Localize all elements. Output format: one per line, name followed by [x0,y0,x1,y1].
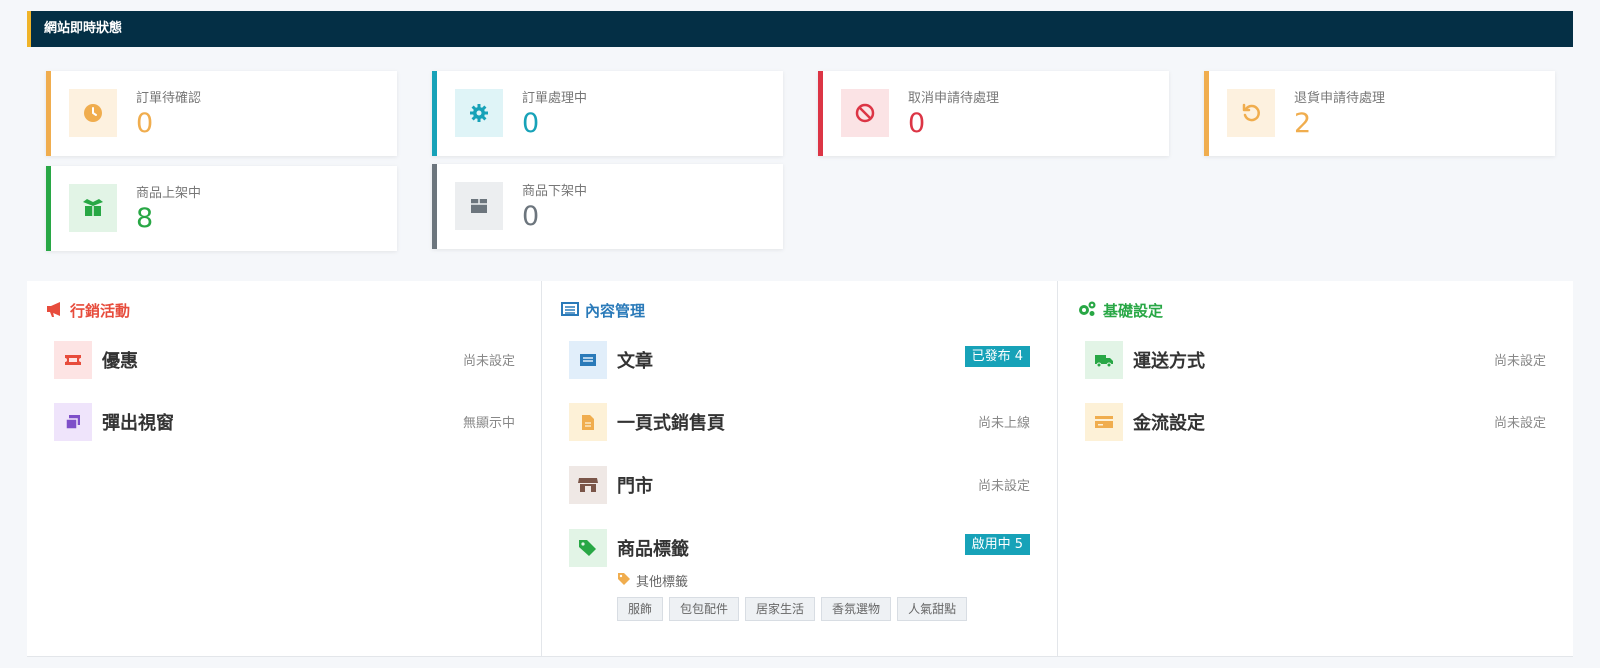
stat-card-return-pending[interactable]: 退貨申請待處理 2 [1204,71,1555,156]
content-panel: 內容管理 文章 已發布 4 一頁式銷售頁 尚未上線 門市 尚未設定 商品標籤 啟… [542,281,1057,657]
bullhorn-icon [46,301,64,321]
marketing-item-coupon[interactable]: 優惠 尚未設定 [27,341,542,381]
other-tags-heading: 其他標籤 [617,571,688,590]
content-item-articles[interactable]: 文章 已發布 4 [542,341,1057,381]
marketing-item-popup[interactable]: 彈出視窗 無顯示中 [27,403,542,443]
box-icon [455,182,503,230]
row-label: 門市 [617,476,653,497]
ban-icon [841,89,889,137]
content-item-product-tags[interactable]: 商品標籤 啟用中 5 [542,529,1057,569]
marketing-panel: 行銷活動 優惠 尚未設定 彈出視窗 無顯示中 [27,281,542,657]
tag-chip[interactable]: 香氛選物 [821,597,892,621]
stat-value: 8 [136,203,154,234]
tags-icon [569,529,607,567]
credit-card-icon [1085,403,1123,441]
row-status: 無顯示中 [462,416,515,431]
stat-card-pending-confirm[interactable]: 訂單待確認 0 [46,71,397,156]
row-status: 尚未設定 [1493,354,1546,369]
row-label: 優惠 [102,351,138,372]
row-status: 尚未設定 [1493,416,1546,431]
gears-icon [1077,301,1097,321]
stat-label: 取消申請待處理 [908,91,1000,106]
tag-chip[interactable]: 居家生活 [745,597,816,621]
header-title: 網站即時狀態 [44,21,123,36]
stat-value: 0 [908,108,926,139]
stat-value: 2 [1294,108,1312,139]
stat-label: 退貨申請待處理 [1294,91,1386,106]
row-label: 一頁式銷售頁 [617,413,725,434]
newspaper-icon [561,301,579,320]
window-icon [54,403,92,441]
content-title: 內容管理 [561,300,645,321]
undo-icon [1227,89,1275,137]
tag-chip[interactable]: 服飾 [617,597,664,621]
tag-list: 服飾 包包配件 居家生活 香氛選物 人氣甜點 [617,597,968,621]
row-label: 商品標籤 [617,539,689,560]
stat-label: 商品下架中 [522,184,588,199]
row-label: 金流設定 [1133,413,1205,434]
stat-label: 訂單處理中 [522,91,588,106]
box-open-icon [69,184,117,232]
clock-icon [69,89,117,137]
tag-chip[interactable]: 人氣甜點 [897,597,968,621]
status-header: 網站即時狀態 [27,11,1573,47]
tag-icon [617,572,631,590]
settings-item-shipping[interactable]: 運送方式 尚未設定 [1058,341,1573,381]
file-icon [569,403,607,441]
tag-chip[interactable]: 包包配件 [669,597,740,621]
ticket-icon [54,341,92,379]
stat-card-cancel-pending[interactable]: 取消申請待處理 0 [818,71,1169,156]
row-label: 彈出視窗 [102,413,174,434]
stat-value: 0 [522,201,540,232]
stat-card-processing[interactable]: 訂單處理中 0 [432,71,783,156]
settings-panel: 基礎設定 運送方式 尚未設定 金流設定 尚未設定 [1058,281,1573,657]
row-label: 運送方式 [1133,351,1205,372]
gear-icon [455,89,503,137]
stat-label: 商品上架中 [136,186,202,201]
row-status: 尚未設定 [462,354,515,369]
truck-icon [1085,341,1123,379]
content-item-stores[interactable]: 門市 尚未設定 [542,466,1057,506]
stat-value: 0 [522,108,540,139]
content-item-landing-page[interactable]: 一頁式銷售頁 尚未上線 [542,403,1057,443]
store-icon [569,466,607,504]
status-badge: 啟用中 5 [964,534,1030,555]
marketing-title: 行銷活動 [46,300,130,321]
row-status: 尚未上線 [977,416,1030,431]
newspaper-icon [569,341,607,379]
stat-card-listed[interactable]: 商品上架中 8 [46,166,397,251]
settings-title: 基礎設定 [1077,300,1163,321]
status-badge: 已發布 4 [964,346,1030,367]
settings-item-payment[interactable]: 金流設定 尚未設定 [1058,403,1573,443]
row-status: 尚未設定 [977,479,1030,494]
stat-label: 訂單待確認 [136,91,202,106]
stat-card-unlisted[interactable]: 商品下架中 0 [432,164,783,249]
row-label: 文章 [617,351,653,372]
stat-value: 0 [136,108,154,139]
